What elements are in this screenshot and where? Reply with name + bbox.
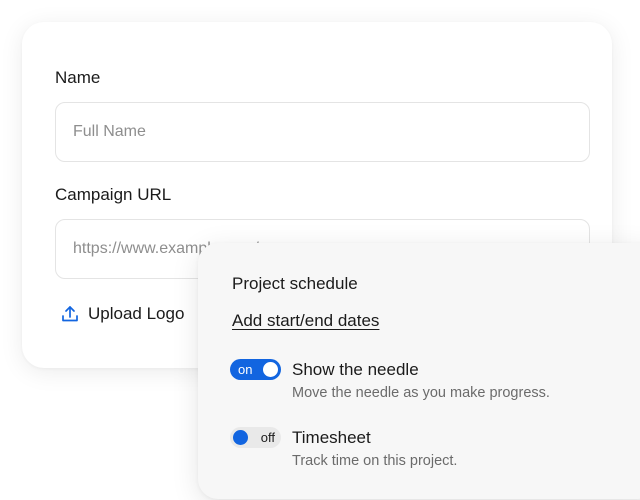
toggle-state-label: off: [260, 430, 275, 445]
show-needle-title: Show the needle: [292, 360, 419, 379]
toggle-state-label: on: [238, 362, 253, 377]
upload-logo-label: Upload Logo: [88, 304, 185, 323]
stage: Name Campaign URL Upload Logo Project sc…: [0, 0, 640, 500]
add-dates-link[interactable]: Add start/end dates: [232, 311, 379, 331]
timesheet-title: Timesheet: [292, 428, 371, 447]
project-schedule-title: Project schedule: [232, 274, 358, 293]
campaign-url-label: Campaign URL: [55, 185, 172, 204]
upload-logo-button[interactable]: Upload Logo: [60, 304, 184, 324]
show-needle-toggle[interactable]: on: [230, 359, 281, 380]
show-needle-description: Move the needle as you make progress.: [292, 385, 550, 401]
toggle-knob: [263, 362, 278, 377]
timesheet-toggle[interactable]: off: [230, 427, 281, 448]
upload-icon: [60, 304, 80, 324]
toggle-knob: [233, 430, 248, 445]
project-schedule-card: Project schedule Add start/end dates on …: [198, 243, 640, 499]
name-input[interactable]: [55, 102, 590, 162]
name-label: Name: [55, 68, 101, 87]
timesheet-description: Track time on this project.: [292, 453, 458, 469]
